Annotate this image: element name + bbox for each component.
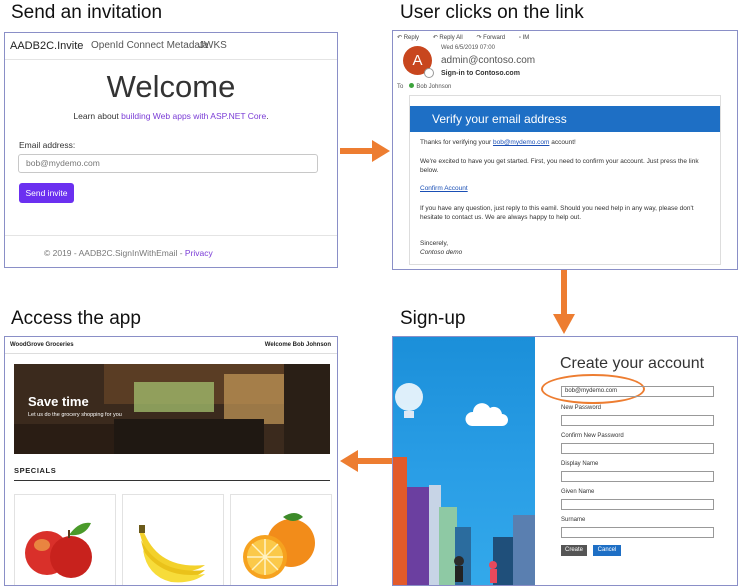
sincerely-text: Sincerely, (420, 240, 449, 247)
display-name-field[interactable] (561, 471, 714, 482)
to-label: To (397, 84, 404, 90)
display-name-label: Display Name (561, 461, 599, 467)
to-name: Bob Johnson (416, 84, 452, 90)
verify-banner-text: Verify your email address (432, 112, 567, 126)
arrow-left-icon (340, 450, 392, 472)
presence-icon (424, 68, 434, 78)
arrow-right-icon (340, 140, 390, 162)
email-body: Verify your email address Thanks for ver… (409, 95, 721, 265)
store-header: WoodGrove Groceries Welcome Bob Johnson (5, 337, 337, 354)
signature-text: Contoso demo (420, 249, 463, 256)
banana-image (139, 525, 205, 583)
footer-copyright: © 2019 - AADB2C.SignInWithEmail - (44, 248, 185, 258)
learn-suffix: . (266, 111, 269, 121)
apple-image (25, 522, 92, 578)
invite-footer: © 2019 - AADB2C.SignInWithEmail - Privac… (44, 248, 213, 258)
excited-text: We're excited to have you get started. F… (420, 158, 699, 174)
footer-divider (5, 235, 337, 236)
step-title-access-app: Access the app (11, 308, 141, 329)
create-button[interactable]: Create (561, 545, 587, 556)
email-input[interactable]: bob@mydemo.com (18, 154, 318, 173)
learn-prefix: Learn about (73, 111, 122, 121)
welcome-user: Welcome Bob Johnson (264, 342, 331, 348)
learn-link[interactable]: building Web apps with ASP.NET Core (121, 111, 266, 121)
send-invite-button[interactable]: Send invite (19, 183, 74, 203)
invite-brand[interactable]: AADB2C.Invite (10, 40, 83, 52)
product-card-orange[interactable] (230, 494, 332, 585)
question-text: If you have any question, just reply to … (420, 205, 694, 221)
email-date: Wed 6/5/2019 07:00 (441, 45, 495, 51)
thanks-email-link[interactable]: bob@mydemo.com (493, 139, 549, 146)
city-illustration (393, 383, 535, 585)
hero-title: Save time (28, 394, 89, 409)
invite-navbar: AADB2C.Invite OpenId Connect Metadata JW… (5, 33, 337, 60)
orange-image (243, 513, 315, 579)
nav-jwks-link[interactable]: JWKS (199, 40, 227, 51)
welcome-heading: Welcome (106, 69, 236, 104)
grocery-store-image (14, 364, 330, 454)
reply-all-button[interactable]: ↶ Reply All (433, 35, 469, 41)
nav-openid-metadata-link[interactable]: OpenId Connect Metadata (91, 40, 208, 51)
specials-heading: SPECIALS (14, 466, 57, 475)
email-subject: Sign-in to Contoso.com (441, 70, 520, 77)
thanks-text: Thanks for verifying your bob@mydemo.com… (420, 139, 576, 146)
confirm-password-field[interactable] (561, 443, 714, 454)
given-name-label: Given Name (561, 489, 595, 495)
cancel-button[interactable]: Cancel (593, 545, 621, 556)
signup-email-field[interactable]: bob@mydemo.com (561, 386, 714, 397)
email-to: To Bob Johnson (397, 83, 451, 90)
hero-subtitle: Let us do the grocery shopping for you (28, 412, 122, 418)
verify-banner: Verify your email address (410, 106, 720, 132)
new-password-label: New Password (561, 405, 602, 411)
confirm-account-link[interactable]: Confirm Account (420, 185, 468, 192)
hero-banner: Save time Let us do the grocery shopping… (14, 364, 330, 454)
email-toolbar: ↶ Reply ↶ Reply All ↷ Forward ▫ IM (397, 34, 541, 41)
signup-illustration (393, 337, 535, 585)
given-name-field[interactable] (561, 499, 714, 510)
email-from: admin@contoso.com (441, 55, 536, 66)
surname-label: Surname (561, 517, 586, 523)
store-name[interactable]: WoodGrove Groceries (10, 342, 74, 348)
product-card-apple[interactable] (14, 494, 116, 585)
confirm-account-wrapper: Confirm Account (420, 184, 710, 193)
arrow-down-icon (553, 270, 575, 334)
create-account-heading: Create your account (560, 355, 705, 372)
confirm-password-label: Confirm New Password (561, 433, 624, 439)
surname-field[interactable] (561, 527, 714, 538)
signup-panel: Create your account bob@mydemo.com New P… (392, 336, 738, 586)
new-password-field[interactable] (561, 415, 714, 426)
forward-button[interactable]: ↷ Forward (476, 35, 511, 41)
product-card-banana[interactable] (122, 494, 224, 585)
store-panel: WoodGrove Groceries Welcome Bob Johnson … (4, 336, 338, 586)
privacy-link[interactable]: Privacy (185, 248, 213, 258)
email-panel: ↶ Reply ↶ Reply All ↷ Forward ▫ IM A Wed… (392, 30, 738, 270)
specials-divider (14, 480, 330, 481)
step-title-user-clicks-link: User clicks on the link (400, 2, 584, 23)
reply-button[interactable]: ↶ Reply (397, 35, 425, 41)
invite-app-panel: AADB2C.Invite OpenId Connect Metadata JW… (4, 32, 338, 268)
step-title-sign-up: Sign-up (400, 308, 466, 329)
signup-form: Create your account bob@mydemo.com New P… (536, 337, 737, 585)
im-button[interactable]: ▫ IM (519, 35, 535, 41)
step-title-send-invitation: Send an invitation (11, 2, 163, 23)
email-address-label: Email address: (19, 140, 76, 150)
learn-about-text: Learn about building Web apps with ASP.N… (5, 111, 337, 121)
recipient-status-icon (409, 83, 415, 88)
